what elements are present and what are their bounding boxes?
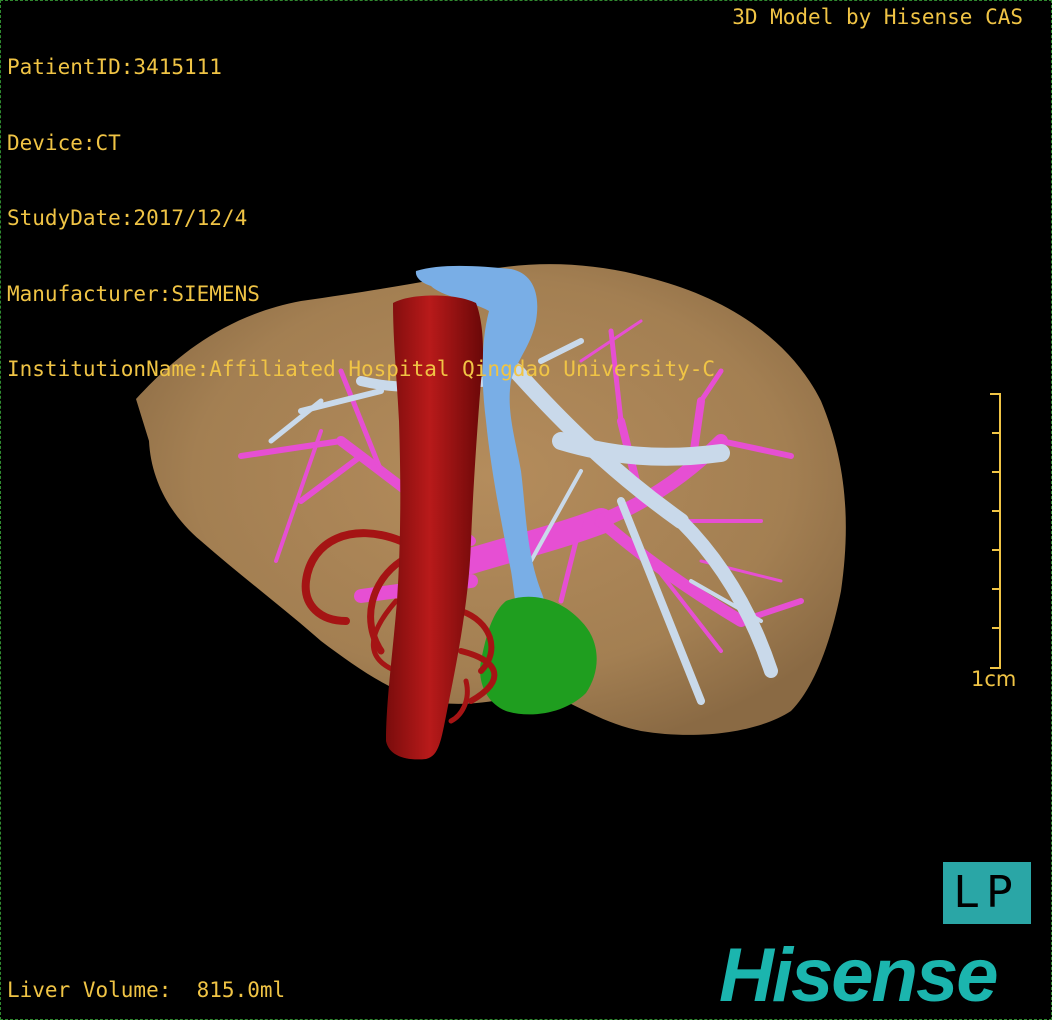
model-credit: 3D Model by Hisense CAS	[732, 5, 1023, 29]
manufacturer: Manufacturer:SIEMENS	[7, 281, 260, 306]
scale-bar	[990, 393, 1001, 669]
patient-id: PatientID:3415111	[7, 55, 222, 79]
study-date: StudyDate:2017/12/4	[7, 206, 248, 230]
orientation-cube[interactable]: LP	[943, 862, 1031, 924]
scale-label: 1cm	[971, 667, 1017, 691]
liver-volume: Liver Volume: 815.0ml	[7, 978, 286, 1002]
patient-info: PatientID:3415111 Device:CT StudyDate:20…	[7, 5, 715, 433]
institution-name: InstitutionName:Affiliated Hospital Qing…	[7, 357, 716, 381]
3d-viewport[interactable]: PatientID:3415111 Device:CT StudyDate:20…	[0, 0, 1052, 1020]
hisense-logo: Hisense	[719, 933, 999, 1018]
device: Device:CT	[7, 130, 121, 155]
